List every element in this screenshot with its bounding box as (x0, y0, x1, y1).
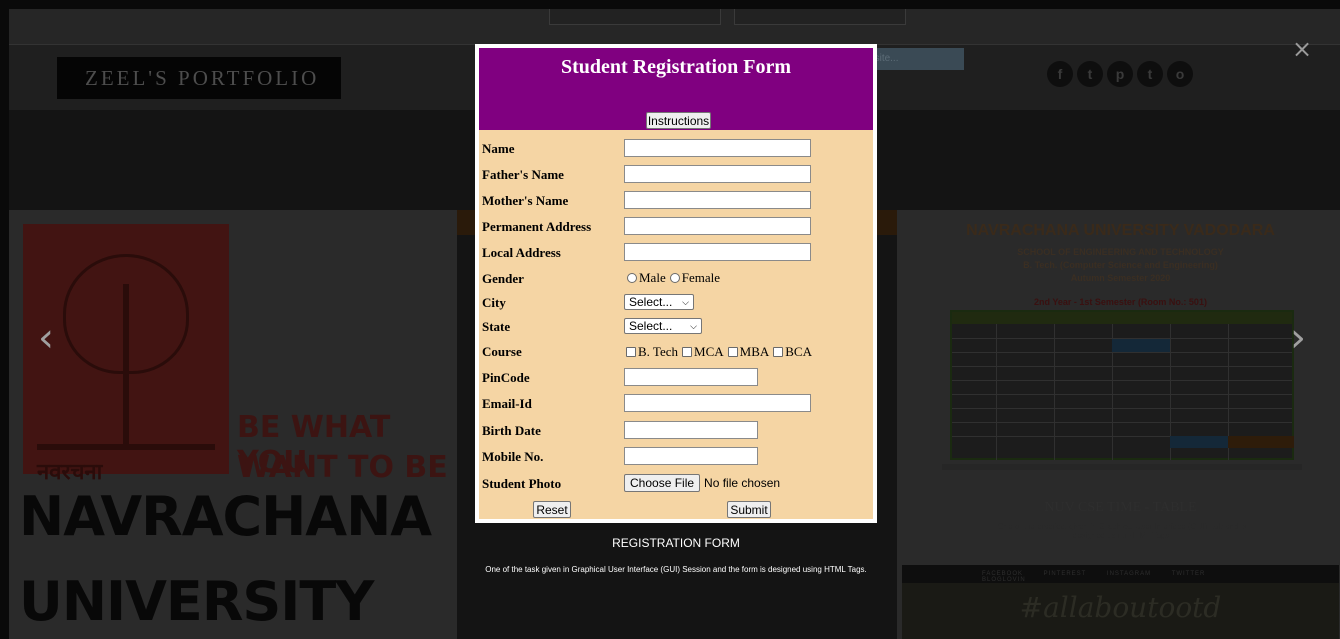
chevron-down-icon: ⌵ (682, 296, 689, 307)
lightbox-image: Student Registration Form Instructions N… (475, 44, 877, 523)
course-mca-checkbox[interactable] (682, 347, 693, 357)
lightbox-caption-description: One of the task given in Graphical User … (485, 565, 867, 574)
gender-female-label: Female (681, 270, 720, 285)
timetable-title: NAVRACHANA UNIVERSITY VADODARA (966, 222, 1275, 239)
local-address-input[interactable] (624, 243, 811, 261)
name-label: Name (482, 141, 515, 156)
gender-female-radio[interactable] (669, 273, 680, 283)
timetable-caption: NUV CSE TIME - TABLE (1044, 500, 1197, 515)
timetable-grid (950, 310, 1294, 460)
top-bar-slot (734, 9, 906, 25)
mobile-input[interactable] (624, 447, 758, 465)
state-select-value: Select... (629, 319, 673, 333)
email-label: Email-Id (482, 396, 532, 411)
emblem-text: नवरचना (37, 459, 103, 484)
state-label: State (482, 319, 511, 334)
permanent-address-label: Permanent Address (482, 219, 592, 234)
permanent-address-input[interactable] (624, 217, 811, 235)
gender-male-radio[interactable] (627, 273, 637, 283)
mothers-name-input[interactable] (624, 191, 811, 209)
slide-navrachana-logo: नवरचना BE WHAT YOU WANT TO BE NAVRACHANA… (9, 210, 454, 639)
fathers-name-label: Father's Name (482, 167, 564, 182)
timetable-room: 2nd Year - 1st Semester (Room No.: 501) (1034, 297, 1207, 307)
instructions-button[interactable]: Instructions (646, 112, 711, 129)
chevron-right-icon[interactable]: › (1290, 318, 1306, 358)
gender-label: Gender (482, 271, 524, 286)
name-input[interactable] (624, 139, 811, 157)
gender-options: Male Female (627, 270, 724, 286)
pincode-label: PinCode (482, 370, 530, 385)
birth-date-input[interactable] (624, 421, 758, 439)
fathers-name-input[interactable] (624, 165, 811, 183)
pincode-input[interactable] (624, 368, 758, 386)
file-status: No file chosen (704, 476, 781, 490)
timetable-semester: Autumn Semester 2020 (1070, 273, 1171, 283)
close-icon[interactable]: × (1292, 37, 1312, 61)
university-name-1: NAVRACHANA (19, 485, 432, 548)
city-select[interactable]: Select... ⌵ (624, 294, 694, 310)
reset-button[interactable]: Reset (533, 501, 571, 518)
pinterest-icon: p (1107, 61, 1133, 87)
twitter-icon: t (1077, 61, 1103, 87)
tumblr-icon: t (1137, 61, 1163, 87)
state-select[interactable]: Select... ⌵ (624, 318, 702, 334)
site-logo: ZEEL'S PORTFOLIO (57, 57, 341, 99)
timetable-description: One of the practical given in Graphical … (997, 522, 1247, 540)
course-btech-label: B. Tech (638, 344, 679, 359)
university-name-2: UNIVERSITY (19, 570, 374, 633)
course-mba-label: MBA (739, 344, 770, 359)
slogan-line-2: WANT TO BE (237, 450, 448, 485)
city-label: City (482, 295, 506, 310)
submit-button[interactable]: Submit (727, 501, 771, 518)
gender-male-label: Male (639, 270, 666, 285)
mobile-label: Mobile No. (482, 449, 544, 464)
blog-links: FACEBOOK PINTEREST INSTAGRAM TWITTER BLO… (902, 565, 1339, 583)
choose-file-button[interactable]: Choose File (624, 474, 701, 492)
student-photo-file: Choose File No file chosen (624, 474, 780, 492)
mothers-name-label: Mother's Name (482, 193, 569, 208)
course-bca-label: BCA (785, 344, 812, 359)
chevron-left-icon[interactable]: ‹ (38, 318, 54, 358)
course-mca-label: MCA (694, 344, 724, 359)
local-address-label: Local Address (482, 245, 561, 260)
timetable-school: SCHOOL OF ENGINEERING AND TECHNOLOGY (1017, 247, 1224, 257)
course-options: B. Tech MCA MBA BCA (626, 344, 816, 360)
city-select-value: Select... (629, 295, 673, 309)
course-label: Course (482, 344, 522, 359)
top-bar-slot (549, 9, 721, 25)
timetable-program: B. Tech. (Computer Science and Engineeri… (1023, 260, 1218, 270)
slide-blog: FACEBOOK PINTEREST INSTAGRAM TWITTER BLO… (902, 565, 1339, 639)
slide-timetable: NAVRACHANA UNIVERSITY VADODARA SCHOOL OF… (902, 210, 1339, 555)
student-photo-label: Student Photo (482, 476, 562, 491)
course-btech-checkbox[interactable] (626, 347, 636, 357)
chevron-down-icon: ⌵ (690, 320, 697, 331)
course-mba-checkbox[interactable] (727, 347, 738, 357)
lightbox-caption-title: REGISTRATION FORM (612, 536, 740, 550)
instagram-icon: o (1167, 61, 1193, 87)
email-input[interactable] (624, 394, 811, 412)
blog-hashtag: #allaboutootd (902, 583, 1339, 639)
form-header: Student Registration Form Instructions (479, 48, 873, 130)
course-bca-checkbox[interactable] (773, 347, 784, 357)
top-bar (9, 9, 1340, 44)
facebook-icon: f (1047, 61, 1073, 87)
birth-date-label: Birth Date (482, 423, 541, 438)
form-title: Student Registration Form (561, 56, 791, 78)
